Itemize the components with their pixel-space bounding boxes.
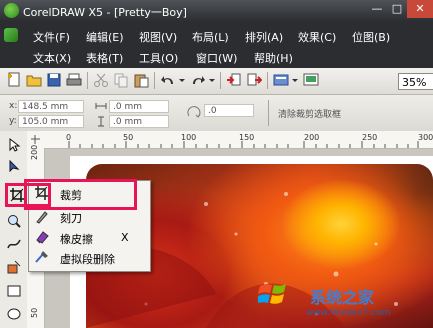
ruler-tick-label: 200 <box>30 144 39 160</box>
rectangle-tool-icon[interactable] <box>6 283 22 299</box>
redo-dropdown-icon[interactable] <box>208 72 216 88</box>
application-launcher-icon[interactable] <box>273 72 289 88</box>
redo-icon[interactable] <box>190 72 206 88</box>
maximize-button[interactable]: □ <box>387 0 407 18</box>
menu-layout[interactable]: 布局(L) <box>192 29 229 45</box>
x-label: x: <box>9 101 18 111</box>
zoom-tool-icon[interactable] <box>6 213 22 229</box>
rotation-angle-field[interactable]: .0 <box>204 104 254 117</box>
import-icon[interactable] <box>226 72 242 88</box>
toolbar-separator <box>267 72 268 89</box>
coreldraw-app-icon[interactable] <box>4 3 19 18</box>
menu-file[interactable]: 文件(F) <box>33 29 70 45</box>
menu-edit[interactable]: 编辑(E) <box>86 29 124 45</box>
crop-item-highlight <box>24 179 137 210</box>
cut-icon[interactable] <box>93 72 109 88</box>
toolbar-separator <box>220 72 221 89</box>
x-position-field[interactable]: 148.5 mm <box>18 100 84 113</box>
menu-arrange[interactable]: 排列(A) <box>245 29 283 45</box>
save-icon[interactable] <box>46 72 62 88</box>
width-field[interactable]: .0 mm <box>109 100 169 113</box>
print-icon[interactable] <box>66 72 82 88</box>
pick-tool-icon[interactable] <box>6 137 22 153</box>
menu-window[interactable]: 窗口(W) <box>196 50 237 66</box>
ruler-tick-label: 50 <box>30 307 39 318</box>
menu-tools[interactable]: 工具(O) <box>139 50 178 66</box>
eraser-icon <box>35 230 49 244</box>
watermark-url: www.Winwin7.com <box>306 308 391 318</box>
freehand-tool-icon[interactable] <box>6 236 22 252</box>
menu-bitmaps[interactable]: 位图(B) <box>352 29 390 45</box>
minimize-button[interactable]: — <box>367 0 387 18</box>
welcome-screen-icon[interactable] <box>303 72 319 88</box>
watermark: 系统之家 www.Winwin7.com <box>258 278 433 328</box>
property-bar-separator <box>268 100 269 126</box>
menu-table[interactable]: 表格(T) <box>86 50 123 66</box>
height-field[interactable]: .0 mm <box>109 115 169 128</box>
toolbar-separator <box>154 72 155 89</box>
height-icon <box>95 116 107 127</box>
launcher-dropdown-icon[interactable] <box>291 72 299 88</box>
copy-icon[interactable] <box>113 72 129 88</box>
menu-effects[interactable]: 效果(C) <box>298 29 336 45</box>
smart-fill-tool-icon[interactable] <box>6 259 22 275</box>
standard-toolbar <box>0 68 433 95</box>
menu-help[interactable]: 帮助(H) <box>254 50 293 66</box>
document-icon[interactable] <box>4 28 18 42</box>
knife-icon <box>35 210 49 224</box>
menu-text[interactable]: 文本(X) <box>33 50 71 66</box>
rotation-icon <box>186 106 202 120</box>
virtual-segment-delete-icon <box>35 250 49 264</box>
y-position-field[interactable]: 105.0 mm <box>18 115 84 128</box>
window-title: CorelDRAW X5 - [Pretty一Boy] <box>23 6 187 19</box>
ellipse-tool-icon[interactable] <box>6 306 22 322</box>
menu-view[interactable]: 视图(V) <box>139 29 177 45</box>
flyout-shortcut-eraser: X <box>121 231 129 244</box>
watermark-text: 系统之家 <box>310 288 375 307</box>
paste-icon[interactable] <box>133 72 149 88</box>
undo-icon[interactable] <box>160 72 176 88</box>
flyout-label-virtual-segment-delete: 虚拟段删除 <box>60 253 115 266</box>
zoom-level-field[interactable]: 35% <box>398 73 433 90</box>
width-icon <box>95 101 107 112</box>
toolbar-separator <box>87 72 88 89</box>
open-folder-icon[interactable] <box>26 72 42 88</box>
close-button[interactable]: ✕ <box>407 0 433 18</box>
export-icon[interactable] <box>246 72 263 88</box>
windows-logo-icon <box>258 284 286 304</box>
new-document-icon[interactable] <box>6 72 22 88</box>
shape-tool-icon[interactable] <box>6 159 22 175</box>
flyout-label-eraser: 橡皮擦 <box>60 233 93 246</box>
clear-crop-marquee-button[interactable]: 清除裁剪选取框 <box>278 107 341 120</box>
undo-dropdown-icon[interactable] <box>178 72 186 88</box>
y-label: y: <box>9 116 17 126</box>
flyout-label-knife: 刻刀 <box>60 212 82 225</box>
ruler-ticks <box>68 141 419 148</box>
